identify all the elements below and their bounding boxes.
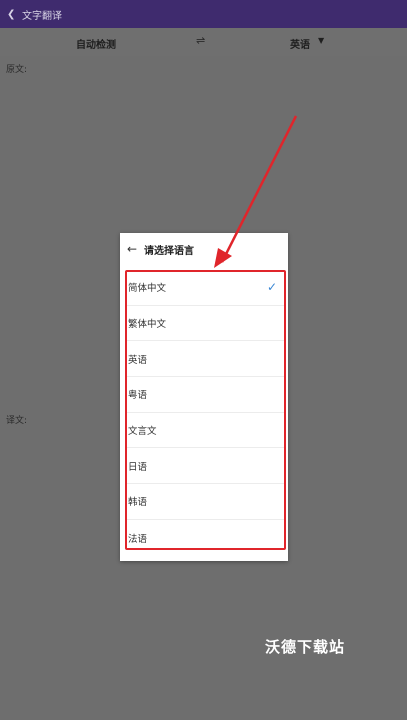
source-language-button[interactable]: 自动检测: [76, 36, 116, 51]
arrow-left-icon[interactable]: ←: [120, 242, 144, 256]
translation-text-label: 译文:: [6, 416, 28, 426]
target-language-button[interactable]: 英语: [290, 36, 310, 51]
page-title: 文字翻译: [22, 10, 62, 22]
language-option[interactable]: 繁体中文: [125, 306, 285, 342]
source-text-label: 原文:: [6, 65, 28, 75]
language-option[interactable]: 文言文: [125, 413, 285, 449]
caret-down-icon[interactable]: ▼: [318, 36, 324, 45]
language-option-label: 繁体中文: [128, 319, 167, 331]
dialog-title: 请选择语言: [144, 245, 194, 257]
language-option[interactable]: 英语: [125, 341, 285, 378]
language-option-label: 日语: [128, 461, 148, 473]
language-option[interactable]: 粤语: [125, 377, 285, 413]
language-option-label: 英语: [128, 354, 148, 366]
swap-arrows-icon[interactable]: ⇌: [196, 34, 205, 47]
language-option[interactable]: 简体中文 ✓: [125, 270, 285, 306]
language-option[interactable]: 法语: [125, 520, 285, 556]
language-list: 简体中文 ✓ 繁体中文英语粤语文言文日语韩语法语: [125, 270, 285, 556]
language-option-label: 粤语: [128, 390, 148, 402]
language-option[interactable]: 韩语: [125, 484, 285, 520]
title-bar: ❮ 文字翻译: [0, 0, 407, 28]
language-option[interactable]: 日语: [125, 448, 285, 485]
language-bar: 自动检测 ⇌ 英语 ▼: [0, 28, 407, 56]
language-option-label: 韩语: [128, 497, 148, 509]
language-option-label: 法语: [128, 533, 148, 545]
language-option-label: 文言文: [128, 426, 157, 438]
language-option-label: 简体中文: [128, 283, 167, 295]
language-dialog: ← 请选择语言 简体中文 ✓ 繁体中文英语粤语文言文日语韩语法语: [120, 233, 288, 561]
watermark-text: 沃德下载站: [265, 638, 346, 656]
chevron-left-icon[interactable]: ❮: [0, 9, 20, 20]
dialog-header: ← 请选择语言: [120, 233, 288, 265]
check-icon: ✓: [266, 280, 277, 295]
